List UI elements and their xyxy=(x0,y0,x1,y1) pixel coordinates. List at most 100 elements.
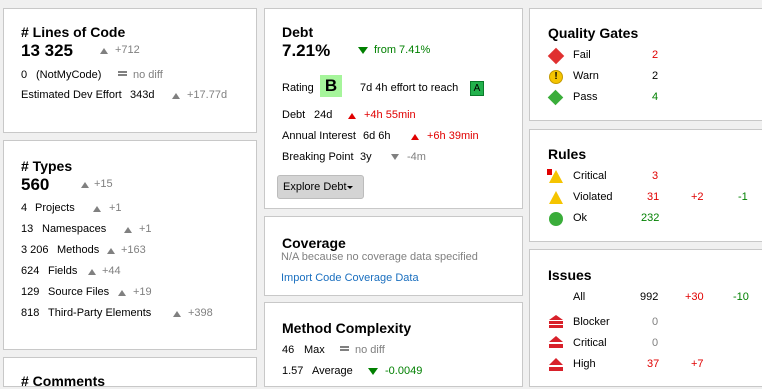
dev-effort-delta: +17.77d xyxy=(187,89,228,101)
rating-badge[interactable]: B xyxy=(320,75,342,97)
all-issues-label: All xyxy=(573,291,586,303)
violated-icon xyxy=(549,191,563,204)
critical-issues-value[interactable]: 0 xyxy=(652,337,658,349)
no-change-icon xyxy=(340,346,349,351)
avg-complexity-delta: -0.0049 xyxy=(385,365,423,377)
avg-complexity-value[interactable]: 1.57 xyxy=(282,365,303,377)
explore-debt-button[interactable]: Explore Debt xyxy=(277,175,364,199)
lines-of-code-panel: # Lines of Code 13 325 +712 0 (NotMyCode… xyxy=(3,8,257,133)
increase-arrow-icon xyxy=(173,311,181,317)
types-value: 560 xyxy=(21,175,50,194)
rules-panel: Rules Critical 3 Violated 31 +2 -1 Ok 23… xyxy=(529,129,762,242)
max-complexity-value[interactable]: 46 xyxy=(282,344,294,356)
no-change-icon xyxy=(118,71,127,76)
high-issues-added[interactable]: +7 xyxy=(691,358,704,370)
increase-arrow-icon xyxy=(172,93,180,99)
namespaces-label: Namespaces xyxy=(42,223,107,235)
coverage-title[interactable]: Coverage xyxy=(282,235,346,251)
all-issues-added[interactable]: +30 xyxy=(685,291,704,303)
rules-title[interactable]: Rules xyxy=(548,146,586,162)
increase-arrow-icon xyxy=(81,182,89,188)
dev-effort-value[interactable]: 343d xyxy=(130,89,154,101)
target-rating-badge[interactable]: A xyxy=(470,81,484,96)
violated-value[interactable]: 31 xyxy=(647,191,659,203)
comments-panel: # Comments xyxy=(3,357,257,389)
debt-delta: +4h 55min xyxy=(364,109,416,121)
increase-arrow-icon xyxy=(100,48,108,54)
notmycode-value[interactable]: 0 xyxy=(21,69,27,81)
violated-removed[interactable]: -1 xyxy=(738,191,748,203)
third-party-delta: +398 xyxy=(188,307,213,319)
notmycode-label: (NotMyCode) xyxy=(36,69,102,81)
increase-arrow-icon xyxy=(93,206,101,212)
debt-panel: Debt 7.21% from 7.41% Rating B 7d 4h eff… xyxy=(264,8,523,209)
pass-icon xyxy=(547,89,564,106)
critical-rules-value[interactable]: 3 xyxy=(652,170,658,182)
projects-value[interactable]: 4 xyxy=(21,202,27,214)
critical-issue-icon xyxy=(549,336,563,349)
rating-label: Rating xyxy=(282,82,314,94)
warn-value[interactable]: 2 xyxy=(652,70,658,82)
methods-delta: +163 xyxy=(121,244,146,256)
debt-title[interactable]: Debt xyxy=(282,24,313,40)
warn-label: Warn xyxy=(573,70,599,82)
ok-icon xyxy=(549,212,563,226)
issues-panel: Issues All 992 +30 -10 Blocker 0 Critica… xyxy=(529,249,762,387)
debt-percentage: 7.21% xyxy=(282,41,331,60)
high-issues-label: High xyxy=(573,358,596,370)
decrease-arrow-icon xyxy=(358,47,368,54)
decrease-arrow-icon xyxy=(368,368,378,375)
third-party-value[interactable]: 818 xyxy=(21,307,39,319)
fields-value[interactable]: 624 xyxy=(21,265,39,277)
breaking-point-value[interactable]: 3y xyxy=(360,151,372,163)
ok-value[interactable]: 232 xyxy=(641,212,659,224)
blocker-icon xyxy=(549,315,563,328)
import-coverage-link[interactable]: Import Code Coverage Data xyxy=(281,272,419,284)
methods-value[interactable]: 3 206 xyxy=(21,244,49,256)
notmycode-delta: no diff xyxy=(133,69,163,81)
projects-label: Projects xyxy=(35,202,75,214)
increase-arrow-icon xyxy=(124,227,132,233)
annual-interest-value[interactable]: 6d 6h xyxy=(363,130,391,142)
warning-icon: ! xyxy=(549,70,563,84)
rating-effort-text: 7d 4h effort to reach xyxy=(360,82,459,94)
all-issues-value[interactable]: 992 xyxy=(640,291,658,303)
fail-icon xyxy=(547,47,565,65)
coverage-panel: Coverage N/A because no coverage data sp… xyxy=(264,216,523,296)
source-files-delta: +19 xyxy=(133,286,152,298)
source-files-value[interactable]: 129 xyxy=(21,286,39,298)
source-files-label: Source Files xyxy=(48,286,110,298)
critical-rules-label: Critical xyxy=(573,170,607,182)
lines-of-code-title[interactable]: # Lines of Code xyxy=(21,24,125,40)
fail-label: Fail xyxy=(573,49,591,61)
fail-value[interactable]: 2 xyxy=(652,49,658,61)
quality-gates-title[interactable]: Quality Gates xyxy=(548,25,638,41)
violated-added[interactable]: +2 xyxy=(691,191,704,203)
debt-value[interactable]: 24d xyxy=(314,109,332,121)
debt-from-value: from 7.41% xyxy=(374,44,431,56)
pass-value[interactable]: 4 xyxy=(652,91,658,103)
increase-arrow-icon xyxy=(88,269,96,275)
blocker-value[interactable]: 0 xyxy=(652,316,658,328)
types-title[interactable]: # Types xyxy=(21,158,72,174)
critical-issues-label: Critical xyxy=(573,337,607,349)
debt-label: Debt xyxy=(282,109,306,121)
fields-delta: +44 xyxy=(102,265,121,277)
high-issues-value[interactable]: 37 xyxy=(647,358,659,370)
namespaces-delta: +1 xyxy=(139,223,152,235)
violated-label: Violated xyxy=(573,191,613,203)
all-issues-removed[interactable]: -10 xyxy=(733,291,749,303)
namespaces-value[interactable]: 13 xyxy=(21,223,33,235)
types-panel: # Types 560 +15 4 Projects +1 13 Namespa… xyxy=(3,140,257,350)
increase-arrow-icon xyxy=(107,248,115,254)
dev-effort-label: Estimated Dev Effort xyxy=(21,89,122,101)
issues-title[interactable]: Issues xyxy=(548,267,592,283)
comments-title[interactable]: # Comments xyxy=(21,373,105,389)
quality-gates-panel: Quality Gates Fail 2 ! Warn 2 Pass 4 xyxy=(529,8,762,121)
dropdown-arrow-icon xyxy=(347,186,353,189)
coverage-note: N/A because no coverage data specified xyxy=(281,251,478,263)
method-complexity-title[interactable]: Method Complexity xyxy=(282,320,411,336)
decrease-arrow-icon xyxy=(391,154,399,160)
increase-arrow-icon xyxy=(411,134,419,140)
annual-interest-label: Annual Interest xyxy=(282,130,356,142)
